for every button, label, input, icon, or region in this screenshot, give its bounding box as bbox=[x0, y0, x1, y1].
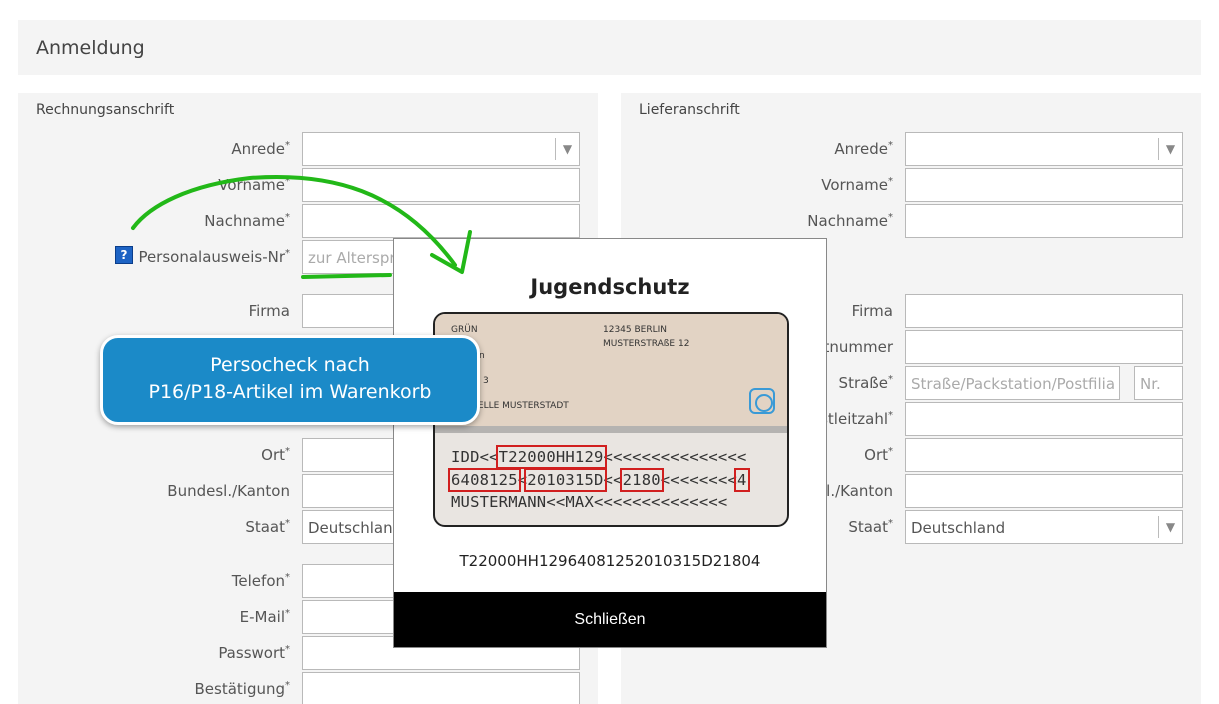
billing-vorname-input[interactable] bbox=[302, 168, 580, 202]
billing-anrede-select[interactable]: ▼ bbox=[302, 132, 580, 166]
card-line3: 3 bbox=[483, 376, 489, 386]
billing-nachname-input[interactable] bbox=[302, 204, 580, 238]
chevron-down-icon: ▼ bbox=[1158, 516, 1182, 538]
help-icon[interactable]: ? bbox=[115, 246, 133, 264]
shipping-nachname-label: Nachname* bbox=[807, 212, 893, 230]
billing-ausweis-label: Personalausweis-Nr* bbox=[138, 248, 290, 266]
shipping-ort-label: Ort* bbox=[864, 446, 893, 464]
billing-bestaetigung-label: Bestätigung* bbox=[194, 680, 290, 698]
id-card-image: GRÜN 12345 BERLIN MUSTERSTRAßE 12 n 3 ES… bbox=[433, 312, 789, 527]
page-header: Anmeldung bbox=[18, 20, 1201, 75]
billing-ort-label: Ort* bbox=[261, 446, 290, 464]
shipping-ort-input[interactable] bbox=[905, 438, 1183, 472]
chevron-down-icon: ▼ bbox=[1158, 138, 1182, 160]
shipping-staat-label: Staat* bbox=[848, 518, 893, 536]
chevron-down-icon: ▼ bbox=[555, 138, 579, 160]
card-address1: 12345 BERLIN bbox=[603, 325, 668, 335]
card-address2: MUSTERSTRAßE 12 bbox=[603, 339, 690, 349]
shipping-vorname-input[interactable] bbox=[905, 168, 1183, 202]
callout-line2: P16/P18-Artikel im Warenkorb bbox=[148, 381, 432, 403]
shipping-firma-label: Firma bbox=[851, 302, 893, 320]
shipping-nachname-input[interactable] bbox=[905, 204, 1183, 238]
card-line1: GRÜN bbox=[451, 325, 478, 335]
shipping-strasse-label: Straße* bbox=[838, 374, 893, 392]
billing-passwort-label: Passwort* bbox=[218, 644, 290, 662]
persocheck-callout: Persocheck nach P16/P18-Artikel im Waren… bbox=[100, 335, 480, 425]
billing-nachname-label: Nachname* bbox=[204, 212, 290, 230]
mrz-line-2: 6408125<2010315D<<2180<<<<<<<<4 bbox=[448, 468, 750, 492]
shipping-staat-select[interactable]: Deutschland ▼ bbox=[905, 510, 1183, 544]
modal-title: Jugendschutz bbox=[530, 275, 690, 299]
billing-bundesland-label: Bundesl./Kanton bbox=[167, 482, 290, 500]
shipping-vorname-label: Vorname* bbox=[821, 176, 893, 194]
callout-line1: Persocheck nach bbox=[210, 354, 370, 376]
billing-bestaetigung-input[interactable] bbox=[302, 672, 580, 704]
shipping-title: Lieferanschrift bbox=[639, 102, 740, 118]
mrz-line-1: IDD<<T22000HH129<<<<<<<<<<<<<<< bbox=[451, 445, 747, 469]
shipping-plz-input[interactable] bbox=[905, 402, 1183, 436]
billing-staat-label: Staat* bbox=[245, 518, 290, 536]
shipping-strasse-input[interactable]: Straße/Packstation/Postfilia bbox=[905, 366, 1120, 400]
shipping-hausnummer-label: tnummer bbox=[823, 338, 893, 356]
mrz-line-3: MUSTERMANN<<MAX<<<<<<<<<<<<<< bbox=[451, 493, 728, 511]
billing-telefon-label: Telefon* bbox=[231, 572, 290, 590]
billing-firma-label: Firma bbox=[248, 302, 290, 320]
shipping-hausnummer-input[interactable] bbox=[905, 330, 1183, 364]
id-card-band bbox=[435, 426, 787, 433]
shipping-firma-input[interactable] bbox=[905, 294, 1183, 328]
page-title: Anmeldung bbox=[36, 37, 145, 59]
chip-icon bbox=[749, 388, 775, 414]
ausweis-result: T22000HH12964081252010315D21804 bbox=[459, 552, 761, 570]
billing-title: Rechnungsanschrift bbox=[36, 102, 175, 118]
shipping-bundesland-select[interactable] bbox=[905, 474, 1183, 508]
shipping-anrede-label: Anrede* bbox=[834, 140, 893, 158]
billing-email-label: E-Mail* bbox=[239, 608, 290, 626]
billing-anrede-label: Anrede* bbox=[231, 140, 290, 158]
jugendschutz-modal: Jugendschutz GRÜN 12345 BERLIN MUSTERSTR… bbox=[393, 238, 827, 648]
shipping-nr-input[interactable]: Nr. bbox=[1134, 366, 1183, 400]
shipping-bundesland-label: l./Kanton bbox=[826, 482, 893, 500]
close-button[interactable]: Schließen bbox=[394, 592, 826, 647]
shipping-anrede-select[interactable]: ▼ bbox=[905, 132, 1183, 166]
billing-vorname-label: Vorname* bbox=[218, 176, 290, 194]
shipping-plz-label: stleitzahl* bbox=[820, 410, 893, 428]
